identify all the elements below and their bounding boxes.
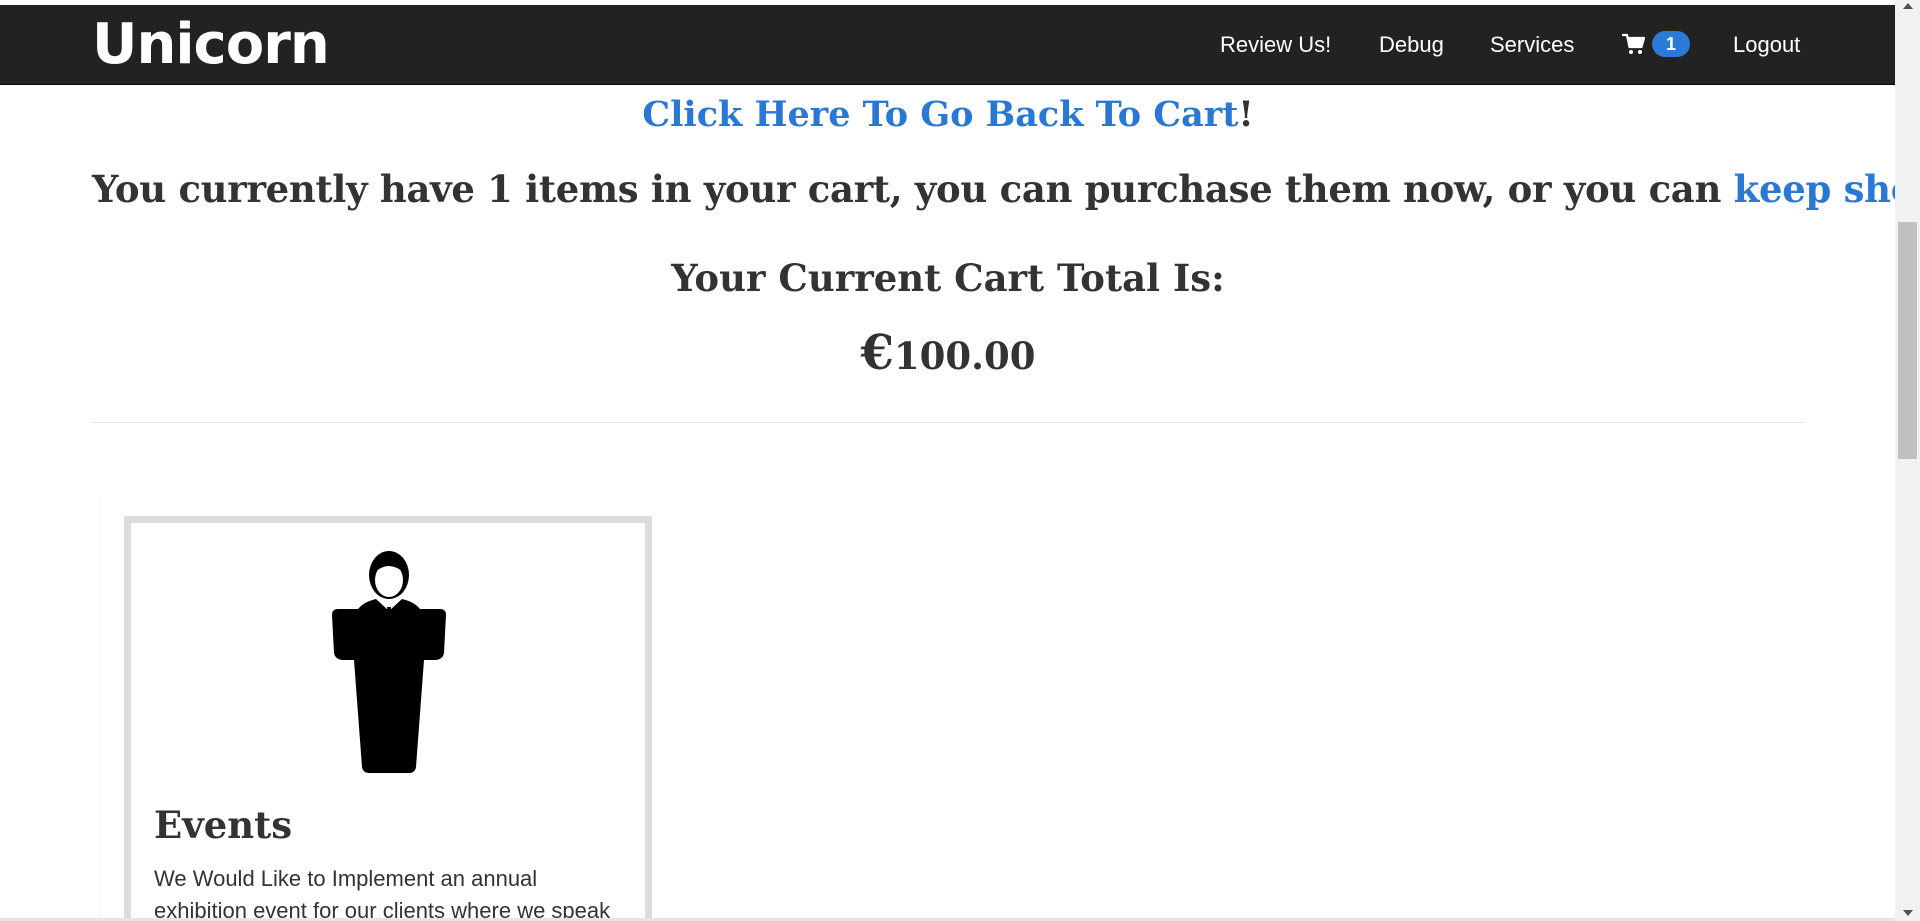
nav-review-link[interactable]: Review Us!: [1220, 31, 1331, 59]
cart-count-badge: 1: [1652, 31, 1690, 57]
brand-logo[interactable]: Unicorn: [92, 9, 330, 81]
scroll-down-icon[interactable]: [1903, 910, 1913, 916]
navbar: Unicorn Review Us! Debug Services 1 Logo…: [0, 5, 1895, 85]
nav-logout-link[interactable]: Logout: [1733, 31, 1800, 59]
cart-total-label: Your Current Cart Total Is:: [671, 256, 1225, 300]
back-to-cart-link[interactable]: Click Here To Go Back To Cart: [642, 94, 1238, 135]
nav-cart-link[interactable]: 1: [1621, 28, 1690, 60]
shopping-cart-icon: [1621, 32, 1646, 56]
cart-items-message: You currently have 1 items in your cart,…: [92, 164, 1920, 214]
product-description: We Would Like to Implement an annual exh…: [154, 866, 611, 921]
cart-total-value: €100.00: [92, 326, 1804, 383]
speaker-podium-icon: [324, 545, 454, 775]
vertical-scrollbar[interactable]: [1895, 0, 1920, 921]
nav-debug-link[interactable]: Debug: [1379, 31, 1444, 59]
cart-message-prefix: You currently have 1 items in your cart,…: [92, 167, 1734, 211]
product-card[interactable]: Events We Would Like to Implement an ann…: [124, 516, 652, 921]
product-title: Events: [154, 803, 293, 847]
nav-services-link[interactable]: Services: [1490, 31, 1574, 59]
total-amount: 100.00: [893, 334, 1036, 378]
page: Unicorn Review Us! Debug Services 1 Logo…: [0, 0, 1920, 921]
scroll-up-icon[interactable]: [1903, 3, 1913, 9]
scrollbar-thumb[interactable]: [1898, 222, 1917, 459]
back-to-cart-suffix: !: [1238, 94, 1254, 135]
content-divider: [92, 422, 1804, 423]
keep-shopping-link[interactable]: keep shopping: [1734, 167, 1920, 211]
currency-symbol: €: [860, 325, 894, 381]
back-to-cart-heading: Click Here To Go Back To Cart!: [92, 92, 1804, 138]
